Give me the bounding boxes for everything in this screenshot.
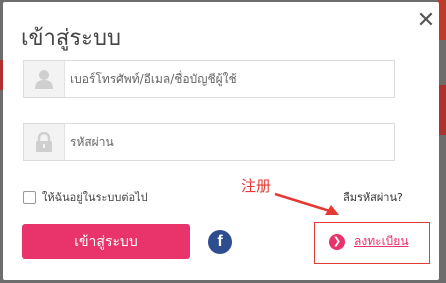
- login-button[interactable]: เข้าสู่ระบบ: [22, 224, 190, 259]
- register-label: ลงทะเบียน: [354, 234, 409, 248]
- annotation-arrow-icon: [274, 192, 339, 215]
- facebook-icon[interactable]: f: [208, 230, 232, 254]
- password-input[interactable]: [70, 124, 390, 160]
- chevron-right-icon: ❯: [329, 233, 345, 250]
- username-input[interactable]: [70, 61, 390, 97]
- forgot-password-link[interactable]: ลืมรหัสผ่าน?: [343, 188, 403, 206]
- background-edge: [438, 0, 446, 40]
- remember-me[interactable]: ให้ฉันอยู่ในระบบต่อไป: [23, 188, 148, 206]
- register-link[interactable]: ❯ ลงทะเบียน: [329, 232, 409, 251]
- password-field: [23, 123, 395, 161]
- remember-label: ให้ฉันอยู่ในระบบต่อไป: [42, 191, 148, 204]
- background-edge: [438, 85, 446, 135]
- close-icon[interactable]: ✕: [415, 10, 437, 32]
- remember-checkbox[interactable]: [23, 190, 36, 204]
- user-icon: [24, 61, 65, 97]
- annotation-label: 注册: [241, 177, 272, 195]
- lock-icon: [24, 124, 65, 160]
- username-field: [23, 60, 395, 98]
- modal-title: เข้าสู่ระบบ: [21, 26, 121, 51]
